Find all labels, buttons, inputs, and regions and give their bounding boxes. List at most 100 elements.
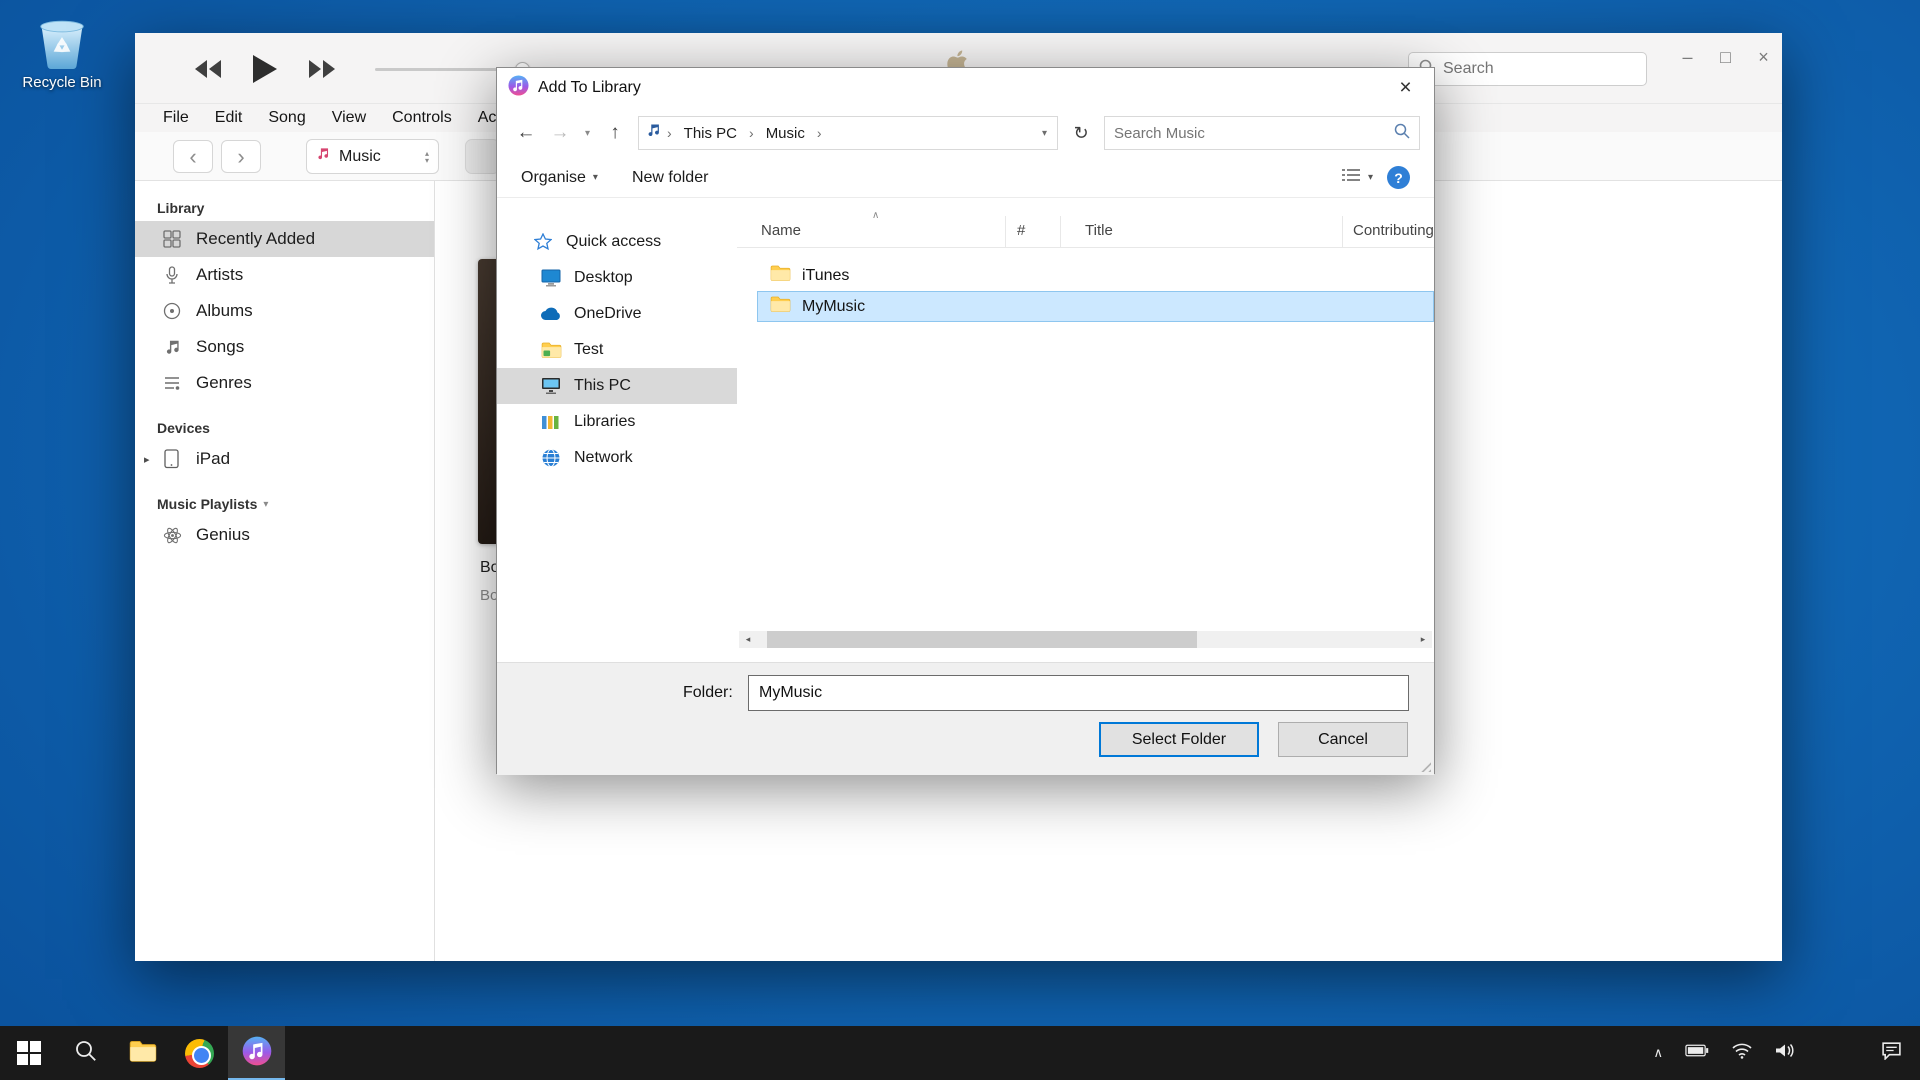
nav-item-this-pc[interactable]: This PC — [497, 368, 737, 404]
file-row-itunes[interactable]: iTunes — [757, 260, 1434, 291]
dialog-search-input[interactable] — [1114, 125, 1394, 142]
resize-grip[interactable] — [1418, 759, 1431, 772]
add-to-library-dialog: Add To Library × ← → ▾ ↑ › This PC › Mus… — [496, 67, 1435, 774]
expander-icon[interactable]: ▸ — [144, 453, 150, 466]
volume-icon[interactable] — [1775, 1042, 1797, 1064]
column-title[interactable]: Title — [1085, 222, 1113, 239]
help-icon[interactable]: ? — [1387, 166, 1410, 189]
music-playlists-header[interactable]: Music Playlists ▾ — [135, 491, 434, 517]
taskbar-file-explorer-button[interactable] — [114, 1026, 171, 1080]
forward-arrow-icon[interactable]: → — [545, 122, 575, 144]
maximize-icon[interactable]: □ — [1713, 45, 1738, 70]
chevron-down-icon: ▾ — [263, 499, 268, 510]
itunes-search-box[interactable] — [1408, 52, 1647, 86]
close-icon[interactable]: × — [1751, 45, 1776, 70]
dialog-bottom-bar: Folder: Select Folder Cancel — [497, 662, 1434, 775]
play-button[interactable] — [253, 55, 277, 83]
battery-icon[interactable] — [1685, 1044, 1709, 1062]
itunes-app-icon — [242, 1036, 272, 1071]
dialog-titlebar[interactable]: Add To Library × — [497, 68, 1434, 108]
hidden-icons-chevron-icon[interactable]: ∧ — [1653, 1045, 1663, 1061]
scroll-right-icon[interactable]: ▸ — [1414, 634, 1432, 645]
library-selector-value: Music — [339, 148, 381, 166]
column-contributing-artists[interactable]: Contributing artists — [1353, 222, 1434, 239]
scroll-left-icon[interactable]: ◂ — [739, 634, 757, 645]
sort-caret-icon: ∧ — [872, 210, 879, 221]
chevron-right-icon: › — [746, 125, 757, 141]
column-number[interactable]: # — [1017, 222, 1025, 239]
folder-icon — [539, 342, 563, 358]
wifi-icon[interactable] — [1731, 1042, 1753, 1064]
nav-item-desktop[interactable]: Desktop — [497, 260, 737, 296]
taskbar-chrome-button[interactable] — [171, 1026, 228, 1080]
nav-item-libraries[interactable]: Libraries — [497, 404, 737, 440]
music-folder-icon — [646, 122, 661, 144]
itunes-forward-button[interactable]: › — [221, 140, 261, 173]
itunes-search-input[interactable] — [1443, 60, 1650, 78]
horizontal-scrollbar[interactable]: ◂ ▸ — [739, 631, 1432, 648]
refresh-icon[interactable]: ↻ — [1066, 123, 1096, 144]
action-center-icon[interactable] — [1881, 1041, 1902, 1065]
nav-item-network[interactable]: Network — [497, 440, 737, 476]
library-selector[interactable]: Music ▴▾ — [306, 139, 439, 174]
rewind-button[interactable] — [195, 59, 221, 79]
start-button[interactable] — [0, 1026, 57, 1080]
minimize-icon[interactable]: – — [1675, 45, 1700, 70]
breadcrumb[interactable]: › This PC › Music › ▾ — [638, 116, 1058, 150]
dialog-toolbar: Organise ▾ New folder ▾ ? — [497, 158, 1434, 198]
sidebar-item-genres[interactable]: Genres — [135, 365, 434, 401]
libraries-icon — [539, 414, 563, 430]
folder-icon — [770, 296, 791, 317]
search-icon[interactable] — [1394, 123, 1410, 144]
menu-edit[interactable]: Edit — [215, 109, 243, 127]
file-row-mymusic[interactable]: MyMusic — [757, 291, 1434, 322]
dialog-title: Add To Library — [538, 79, 641, 97]
nav-item-quick-access[interactable]: Quick access — [497, 224, 737, 260]
dialog-search-box[interactable] — [1104, 116, 1420, 150]
column-name[interactable]: Name — [761, 222, 801, 239]
scrollbar-thumb[interactable] — [767, 631, 1197, 648]
menu-song[interactable]: Song — [268, 109, 305, 127]
menu-view[interactable]: View — [332, 109, 366, 127]
history-dropdown-icon[interactable]: ▾ — [579, 128, 596, 139]
fast-forward-button[interactable] — [309, 59, 335, 79]
view-mode-button[interactable]: ▾ — [1341, 168, 1373, 187]
file-list-header: ∧ Name # Title Contributing artists — [737, 214, 1434, 248]
sidebar-item-ipad[interactable]: ▸ iPad — [135, 441, 434, 477]
select-folder-button[interactable]: Select Folder — [1099, 722, 1259, 757]
chevron-left-icon: ‹ — [189, 144, 196, 170]
cancel-button[interactable]: Cancel — [1278, 722, 1408, 757]
breadcrumb-music[interactable]: Music — [760, 125, 811, 142]
computer-icon — [539, 377, 563, 395]
new-folder-button[interactable]: New folder — [632, 169, 708, 187]
music-note-icon — [316, 146, 330, 167]
up-arrow-icon[interactable]: ↑ — [600, 122, 630, 144]
itunes-back-button[interactable]: ‹ — [173, 140, 213, 173]
menu-controls[interactable]: Controls — [392, 109, 452, 127]
sidebar-item-artists[interactable]: Artists — [135, 257, 434, 293]
taskbar: ∧ — [0, 1026, 1920, 1080]
sidebar-item-songs[interactable]: Songs — [135, 329, 434, 365]
back-arrow-icon[interactable]: ← — [511, 122, 541, 144]
address-dropdown-icon[interactable]: ▾ — [1042, 128, 1050, 139]
taskbar-search-button[interactable] — [57, 1026, 114, 1080]
dialog-navigation-bar: ← → ▾ ↑ › This PC › Music › ▾ ↻ — [497, 108, 1434, 158]
folder-name-input[interactable] — [748, 675, 1409, 711]
sidebar-item-recently-added[interactable]: Recently Added — [135, 221, 434, 257]
nav-item-onedrive[interactable]: OneDrive — [497, 296, 737, 332]
menu-file[interactable]: File — [163, 109, 189, 127]
chevron-down-icon: ▾ — [593, 172, 598, 183]
devices-section-header: Devices — [135, 415, 434, 441]
file-list: ∧ Name # Title Contributing artists iTun… — [737, 198, 1434, 662]
organise-button[interactable]: Organise ▾ — [521, 169, 598, 187]
breadcrumb-this-pc[interactable]: This PC — [678, 125, 743, 142]
selector-arrows-icon: ▴▾ — [425, 150, 429, 164]
recycle-bin[interactable]: Recycle Bin — [16, 14, 108, 91]
sidebar-item-albums[interactable]: Albums — [135, 293, 434, 329]
sidebar-item-genius[interactable]: Genius — [135, 517, 434, 553]
taskbar-itunes-button[interactable] — [228, 1026, 285, 1080]
itunes-app-icon — [508, 75, 529, 101]
dialog-close-icon[interactable]: × — [1377, 68, 1434, 108]
nav-item-test[interactable]: Test — [497, 332, 737, 368]
artwork-placeholder-icon[interactable] — [465, 139, 500, 174]
